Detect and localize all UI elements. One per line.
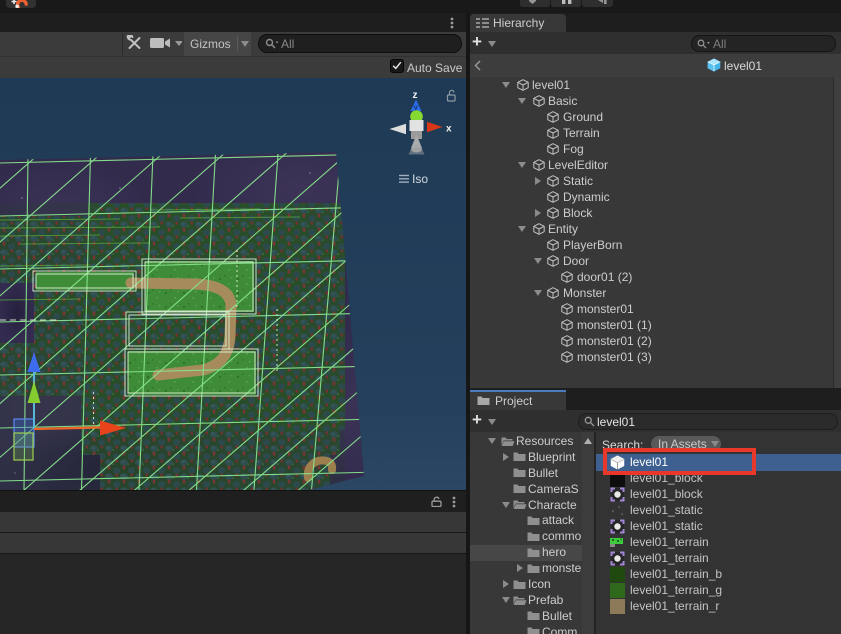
svg-text:Iso: Iso [412,172,428,186]
svg-text:x: x [446,124,452,135]
svg-text:z: z [413,90,418,101]
